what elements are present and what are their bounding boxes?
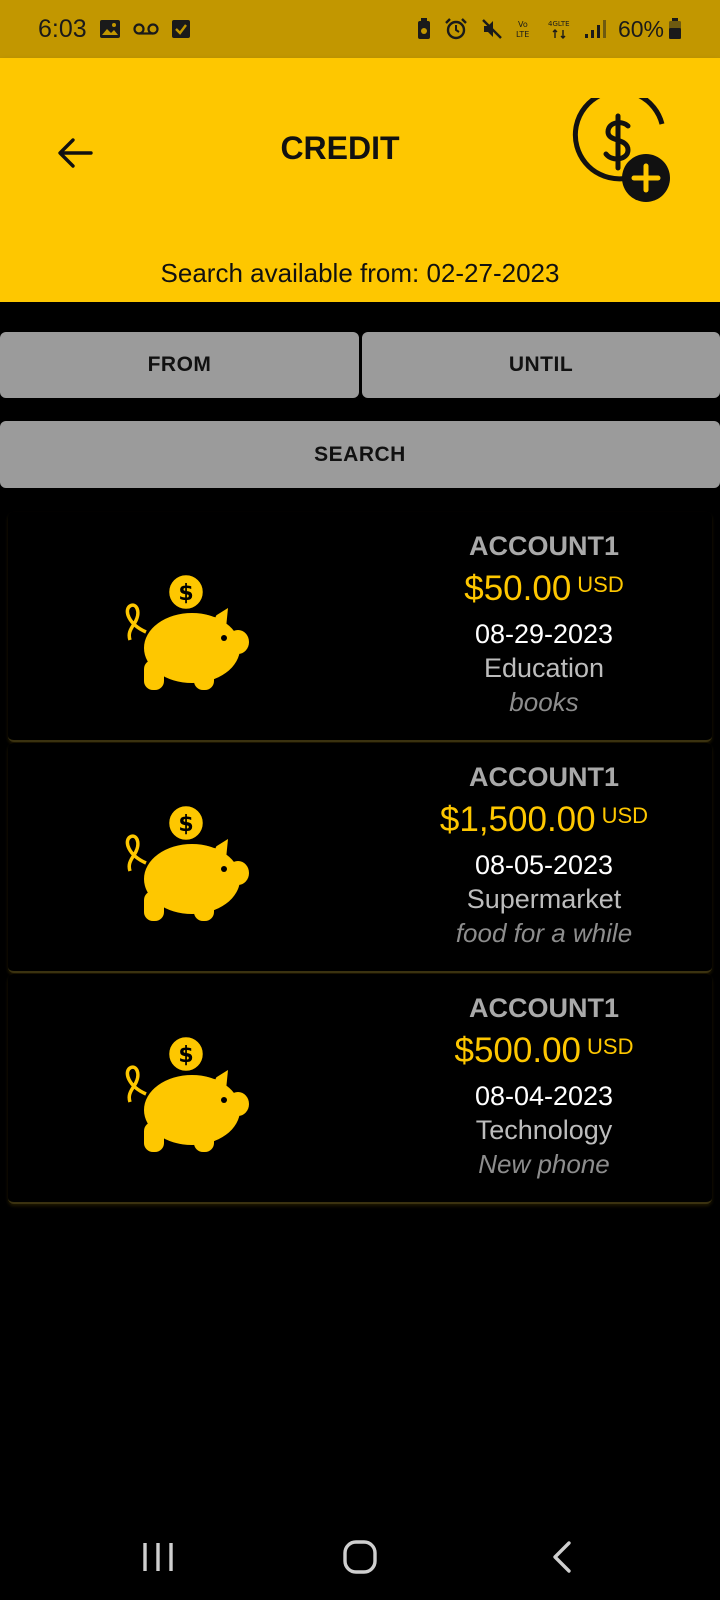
battery-saver-icon <box>416 18 432 40</box>
transaction-card[interactable]: $ ACCOUNT1 $1,500.00 USD 08-05-2023 Super… <box>8 743 712 973</box>
alarm-icon <box>444 17 468 41</box>
svg-text:$: $ <box>178 812 193 837</box>
piggy-bank-icon: $ <box>125 1034 249 1152</box>
svg-text:LTE: LTE <box>516 30 529 39</box>
add-credit-button[interactable] <box>572 88 682 208</box>
account-name: ACCOUNT1 <box>468 531 619 561</box>
system-back-button[interactable] <box>532 1532 592 1582</box>
search-button[interactable]: SEARCH <box>0 421 720 488</box>
status-time: 6:03 <box>38 14 87 43</box>
mute-icon <box>480 17 504 41</box>
home-icon <box>343 1540 377 1574</box>
app-bar: CREDIT <box>0 58 720 244</box>
recent-apps-button[interactable] <box>128 1532 188 1582</box>
currency: USD <box>587 1034 634 1059</box>
transaction-card[interactable]: $ ACCOUNT1 $500.00 USD 08-04-2023 Technol… <box>8 974 712 1204</box>
status-left: 6:03 <box>38 15 191 44</box>
transaction-details: ACCOUNT1 $1,500.00 USD 08-05-2023 Superma… <box>378 759 710 950</box>
amount-line: $1,500.00 USD <box>378 795 710 848</box>
transaction-note: New phone <box>478 1149 610 1179</box>
transaction-date: 08-29-2023 <box>474 619 614 649</box>
transaction-list: $ ACCOUNT1 $50.00 USD 08-29-2023 Educatio… <box>8 512 712 1205</box>
svg-text:4GLTE: 4GLTE <box>548 20 570 28</box>
transaction-details: ACCOUNT1 $500.00 USD 08-04-2023 Technolog… <box>378 990 710 1181</box>
transaction-date: 08-04-2023 <box>474 1081 614 1111</box>
transaction-card[interactable]: $ ACCOUNT1 $50.00 USD 08-29-2023 Educatio… <box>8 512 712 742</box>
home-button[interactable] <box>330 1532 390 1582</box>
account-name: ACCOUNT1 <box>468 993 619 1023</box>
piggy-bank-icon: $ <box>125 803 249 921</box>
svg-text:Vo: Vo <box>518 20 528 29</box>
search-availability-note: Search available from: 02-27-2023 <box>0 244 720 302</box>
currency: USD <box>601 803 649 828</box>
battery-icon <box>668 18 682 40</box>
status-bar: 6:03 Vo LTE 4GLTE 60% <box>0 0 720 58</box>
amount-line: $50.00 USD <box>378 564 710 617</box>
transaction-category: Technology <box>475 1115 613 1145</box>
transaction-details: ACCOUNT1 $50.00 USD 08-29-2023 Education … <box>378 528 710 719</box>
amount-line: $500.00 USD <box>378 1026 710 1079</box>
until-date-button[interactable]: UNTIL <box>362 332 720 398</box>
status-right: Vo LTE 4GLTE 60% <box>416 16 682 43</box>
signal-icon <box>584 19 606 39</box>
amount: $1,500.00 <box>439 800 596 839</box>
system-nav-bar <box>0 1510 720 1600</box>
piggy-bank-icon: $ <box>125 572 249 690</box>
image-icon <box>99 19 121 39</box>
transaction-note: food for a while <box>455 918 633 948</box>
currency: USD <box>577 572 624 597</box>
svg-text:$: $ <box>178 581 193 606</box>
svg-text:$: $ <box>178 1043 193 1068</box>
4g-lte-icon: 4GLTE <box>548 18 572 40</box>
amount: $50.00 <box>464 569 572 608</box>
from-date-button[interactable]: FROM <box>0 332 359 398</box>
transaction-category: Education <box>483 653 605 683</box>
volte-icon: Vo LTE <box>516 18 536 40</box>
checkbox-icon <box>171 19 191 39</box>
add-money-icon <box>572 88 670 202</box>
battery-indicator: 60% <box>618 16 682 43</box>
account-name: ACCOUNT1 <box>468 762 619 792</box>
voicemail-icon <box>133 22 159 36</box>
recent-apps-icon <box>143 1543 173 1571</box>
transaction-date: 08-05-2023 <box>474 850 614 880</box>
transaction-note: books <box>509 687 579 717</box>
transaction-category: Supermarket <box>466 884 622 914</box>
amount: $500.00 <box>454 1031 582 1070</box>
back-icon <box>553 1541 571 1573</box>
battery-percent: 60% <box>617 15 664 42</box>
